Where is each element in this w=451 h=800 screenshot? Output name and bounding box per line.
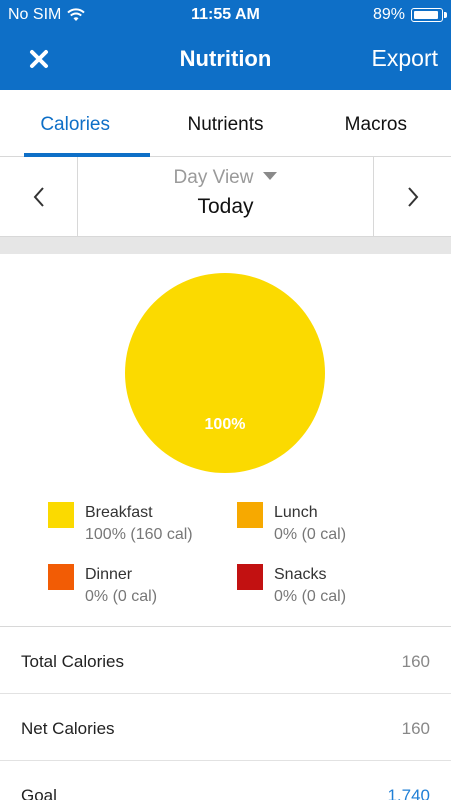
tab-calories[interactable]: Calories (0, 90, 151, 157)
legend-value: 0% (0 cal) (274, 526, 347, 543)
legend-swatch-lunch (237, 502, 263, 528)
tab-macros[interactable]: Macros (301, 90, 451, 156)
tab-bar: Calories Nutrients Macros (0, 90, 451, 157)
battery-indicator: 89% (372, 6, 447, 24)
goal-row[interactable]: Goal 1,740 (0, 761, 451, 800)
view-selector[interactable]: Day View Today (78, 157, 373, 237)
legend-value: 0% (0 cal) (274, 588, 347, 605)
view-mode: Day View (78, 167, 373, 189)
chevron-right-icon (407, 187, 418, 207)
row-label: Net Calories (21, 719, 115, 738)
legend-name: Dinner (85, 566, 133, 583)
nav-bar: Nutrition Export (0, 32, 451, 90)
next-day-button[interactable] (373, 157, 451, 237)
row-label: Goal (21, 786, 57, 800)
legend-swatch-snacks (237, 564, 263, 590)
legend-name: Lunch (274, 504, 318, 521)
legend-name: Snacks (274, 566, 327, 583)
calories-chart: 100% Breakfast 100% (160 cal) Lunch 0% (… (0, 254, 451, 626)
net-calories-row: Net Calories 160 (0, 694, 451, 761)
legend-swatch-breakfast (48, 502, 74, 528)
dropdown-caret-icon (263, 171, 278, 180)
row-label: Total Calories (21, 652, 124, 671)
tab-nutrients[interactable]: Nutrients (150, 90, 300, 156)
row-value: 160 (401, 719, 430, 738)
chevron-left-icon (33, 187, 44, 207)
export-button[interactable]: Export (372, 45, 438, 72)
row-value: 160 (401, 652, 430, 671)
pie-slice-label: 100% (205, 416, 246, 433)
selected-day: Today (197, 195, 254, 218)
battery-percent: 89% (372, 6, 405, 23)
section-divider (0, 237, 451, 254)
legend-value: 0% (0 cal) (85, 588, 158, 605)
previous-day-button[interactable] (0, 157, 78, 237)
calorie-summary: Total Calories 160 Net Calories 160 Goal… (0, 626, 451, 800)
date-navigator: Day View Today (0, 157, 451, 237)
goal-value-link[interactable]: 1,740 (387, 786, 430, 800)
pie-slice-breakfast (125, 273, 325, 473)
status-bar: No SIM 11:55 AM 89% (0, 0, 451, 32)
total-calories-row: Total Calories 160 (0, 627, 451, 694)
view-mode-label: Day View (173, 167, 254, 188)
legend-name: Breakfast (85, 504, 153, 521)
legend-swatch-dinner (48, 564, 74, 590)
battery-icon (411, 8, 447, 22)
legend-value: 100% (160 cal) (85, 526, 193, 543)
pie-chart: 100% (125, 273, 325, 473)
